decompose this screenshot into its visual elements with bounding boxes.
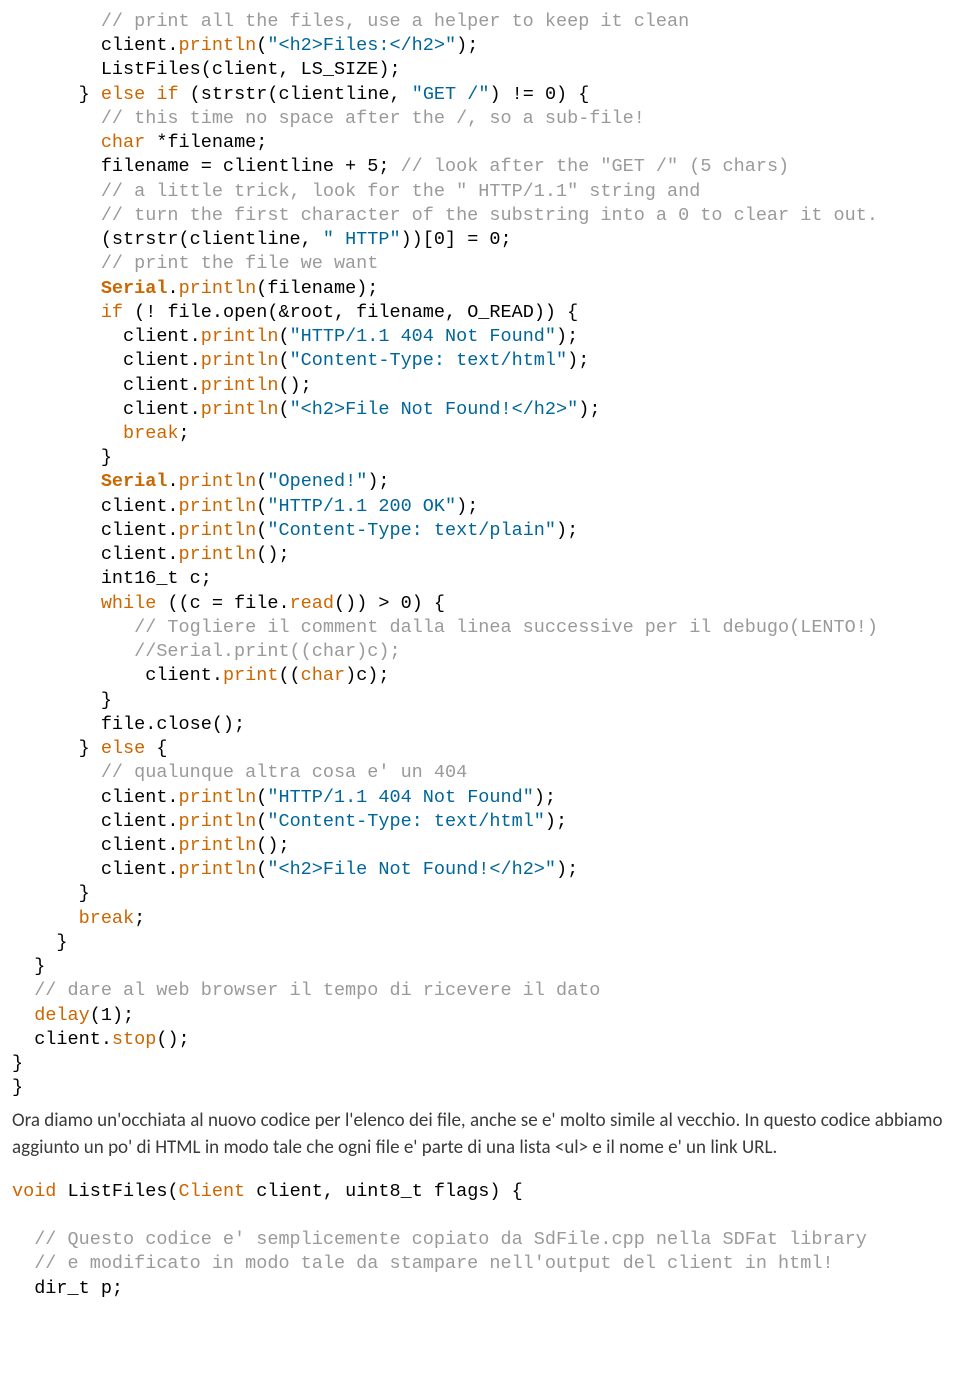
code-line: } else if (strstr(clientline, "GET /") !… [12, 84, 589, 105]
code-line: } [12, 932, 68, 953]
code-line: // e modificato in modo tale da stampare… [12, 1253, 834, 1274]
code-block-2: void ListFiles(Client client, uint8_t fl… [12, 1180, 948, 1301]
code-line: } [12, 447, 112, 468]
code-line: // qualunque altra cosa e' un 404 [12, 762, 467, 783]
code-line: } else { [12, 738, 167, 759]
code-line: // turn the first character of the subst… [12, 205, 878, 226]
code-line: client.println("<h2>File Not Found!</h2>… [12, 399, 600, 420]
code-line: //Serial.print((char)c); [12, 641, 401, 662]
paragraph: Ora diamo un'occhiata al nuovo codice pe… [12, 1107, 948, 1162]
code-line: // a little trick, look for the " HTTP/1… [12, 181, 700, 202]
code-line: (strstr(clientline, " HTTP"))[0] = 0; [12, 229, 512, 250]
code-line: Serial.println(filename); [12, 278, 378, 299]
code-line: } [12, 883, 90, 904]
code-line: client.println(); [12, 544, 290, 565]
code-line: ListFiles(client, LS_SIZE); [12, 59, 401, 80]
code-line: client.println("HTTP/1.1 404 Not Found")… [12, 787, 556, 808]
code-line: client.stop(); [12, 1029, 190, 1050]
code-line: break; [12, 908, 145, 929]
code-line: // print all the files, use a helper to … [12, 11, 689, 32]
code-line: } [12, 1053, 23, 1074]
code-line: if (! file.open(&root, filename, O_READ)… [12, 302, 578, 323]
code-line: delay(1); [12, 1005, 134, 1026]
code-line: // Togliere il comment dalla linea succe… [12, 617, 878, 638]
code-line: break; [12, 423, 190, 444]
code-line: client.println("Content-Type: text/html"… [12, 350, 589, 371]
code-line: dir_t p; [12, 1278, 123, 1299]
code-line: // dare al web browser il tempo di ricev… [12, 980, 600, 1001]
code-line: client.println(); [12, 835, 290, 856]
code-line: client.println("Content-Type: text/plain… [12, 520, 578, 541]
code-line: client.print((char)c); [12, 665, 390, 686]
code-line: char *filename; [12, 132, 267, 153]
code-line: client.println("Content-Type: text/html"… [12, 811, 567, 832]
code-line: } [12, 1077, 23, 1098]
code-line: Serial.println("Opened!"); [12, 471, 390, 492]
code-line: // print the file we want [12, 253, 378, 274]
code-line: filename = clientline + 5; // look after… [12, 156, 789, 177]
code-line: void ListFiles(Client client, uint8_t fl… [12, 1181, 523, 1202]
code-line: int16_t c; [12, 568, 212, 589]
code-line [12, 1205, 23, 1226]
code-line: } [12, 690, 112, 711]
code-line: client.println(); [12, 375, 312, 396]
code-line: client.println("<h2>File Not Found!</h2>… [12, 859, 578, 880]
code-line: client.println("HTTP/1.1 404 Not Found")… [12, 326, 578, 347]
code-line: // Questo codice e' semplicemente copiat… [12, 1229, 867, 1250]
code-line: while ((c = file.read()) > 0) { [12, 593, 445, 614]
code-block-1: // print all the files, use a helper to … [12, 10, 948, 1101]
code-line: file.close(); [12, 714, 245, 735]
code-line: client.println("HTTP/1.1 200 OK"); [12, 496, 478, 517]
code-line: // this time no space after the /, so a … [12, 108, 645, 129]
code-line: client.println("<h2>Files:</h2>"); [12, 35, 478, 56]
code-line: } [12, 956, 45, 977]
